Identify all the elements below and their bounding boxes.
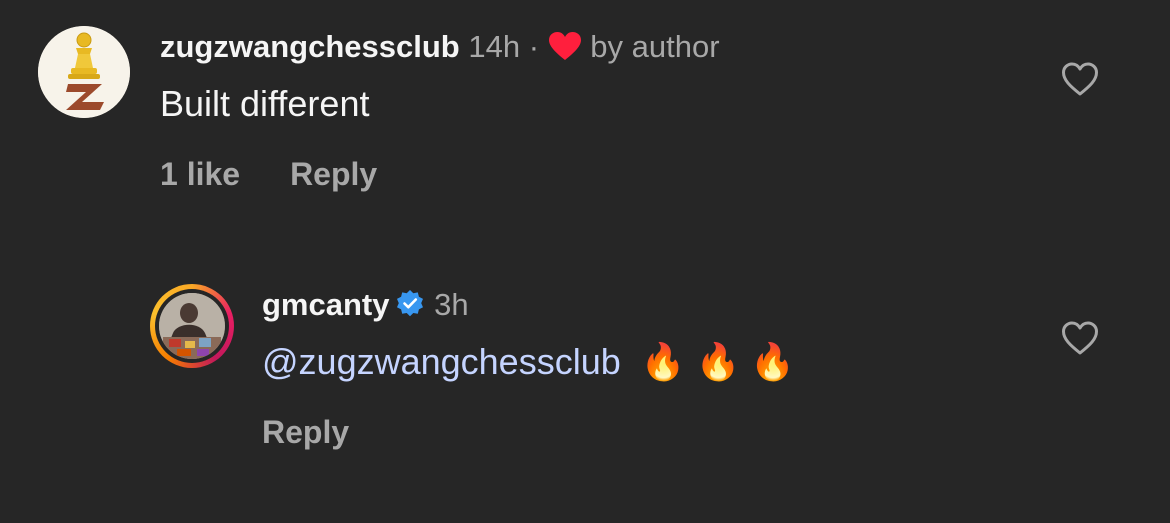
verified-badge-icon bbox=[397, 290, 424, 317]
comment-text: Built different bbox=[160, 83, 370, 124]
heart-filled-icon bbox=[548, 32, 581, 60]
username[interactable]: gmcanty bbox=[262, 287, 389, 322]
profile-photo-icon bbox=[159, 293, 225, 359]
avatar[interactable] bbox=[159, 293, 225, 359]
heart-outline-icon[interactable] bbox=[1061, 320, 1099, 356]
reply-button[interactable]: Reply bbox=[290, 156, 377, 192]
comment-actions: 1 like Reply bbox=[160, 154, 377, 194]
timestamp: 14h bbox=[468, 29, 521, 64]
reply-button[interactable]: Reply bbox=[262, 414, 349, 450]
reply-comment: gmcanty 3h @zugzwangchessclub 🔥 🔥 🔥 Repl… bbox=[0, 260, 1170, 523]
comment-header: zugzwangchessclub 14h · by author bbox=[160, 27, 720, 67]
comment-header: gmcanty 3h bbox=[262, 285, 469, 325]
username[interactable]: zugzwangchessclub bbox=[160, 29, 460, 64]
mention-link[interactable]: @zugzwangchessclub bbox=[262, 341, 621, 382]
separator: · bbox=[528, 29, 540, 64]
liked-by-author-label: by author bbox=[590, 29, 720, 64]
chess-pawn-logo-icon bbox=[38, 26, 130, 118]
fire-emojis: 🔥 🔥 🔥 bbox=[640, 341, 796, 382]
comment: zugzwangchessclub 14h · by author Built … bbox=[0, 0, 1170, 230]
comment-text: @zugzwangchessclub 🔥 🔥 🔥 bbox=[262, 339, 795, 385]
likes-count[interactable]: 1 like bbox=[160, 156, 240, 192]
heart-outline-icon[interactable] bbox=[1061, 61, 1099, 97]
avatar[interactable] bbox=[38, 26, 130, 118]
comment-actions: Reply bbox=[262, 412, 349, 452]
timestamp: 3h bbox=[434, 287, 469, 322]
